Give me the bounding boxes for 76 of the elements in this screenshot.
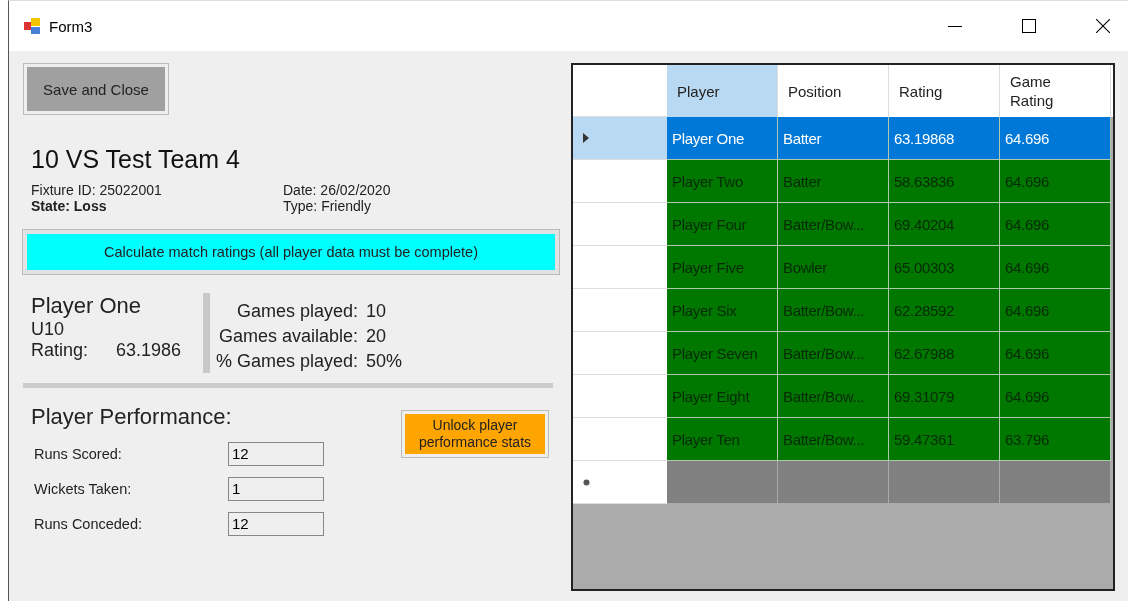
table-cell: Player Four	[667, 203, 778, 246]
close-icon[interactable]	[1096, 19, 1110, 33]
table-cell: 64.696	[1000, 160, 1111, 203]
new-row-cell[interactable]	[1000, 461, 1111, 504]
stat-label: % Games played:	[216, 350, 359, 373]
stat-value: 10	[366, 300, 388, 323]
table-cell: Batter/Bow...	[778, 203, 889, 246]
table-cell: 62.67988	[889, 332, 1000, 375]
stat-label: Games available:	[218, 325, 359, 348]
row-header[interactable]	[573, 160, 667, 203]
table-cell: 63.19868	[889, 117, 1000, 160]
app-icon	[23, 17, 41, 35]
field-label: Runs Conceded:	[33, 515, 143, 532]
table-cell: 63.796	[1000, 418, 1111, 461]
table-cell: 65.00303	[889, 246, 1000, 289]
table-cell: 58.63836	[889, 160, 1000, 203]
row-header[interactable]	[573, 246, 667, 289]
table-cell: 59.47361	[889, 418, 1000, 461]
table-cell: 64.696	[1000, 332, 1111, 375]
maximize-icon[interactable]	[1022, 19, 1036, 33]
table-cell: Batter	[778, 160, 889, 203]
field-label: Runs Scored:	[33, 445, 123, 462]
row-header[interactable]	[573, 332, 667, 375]
table-cell: 69.31079	[889, 375, 1000, 418]
table-cell: Player Ten	[667, 418, 778, 461]
table-cell: Batter/Bow...	[778, 375, 889, 418]
table-cell: 69.40204	[889, 203, 1000, 246]
table-cell: Batter	[778, 117, 889, 160]
unlock-stats-button[interactable]: Unlock player performance stats	[405, 414, 545, 454]
new-row-icon	[583, 478, 590, 486]
table-cell: 62.28592	[889, 289, 1000, 332]
new-row-cell[interactable]	[778, 461, 889, 504]
table-cell: 64.696	[1000, 289, 1111, 332]
row-header[interactable]	[573, 117, 667, 160]
table-cell: Batter/Bow...	[778, 289, 889, 332]
table-cell: Player One	[667, 117, 778, 160]
performance-title: Player Performance:	[31, 404, 233, 430]
table-cell: Player Two	[667, 160, 778, 203]
input-field[interactable]: 12	[228, 511, 324, 536]
player-name: Player One	[31, 293, 143, 319]
current-row-icon	[583, 133, 589, 143]
table-cell: Player Five	[667, 246, 778, 289]
stat-value: 50%	[366, 350, 403, 373]
stat-label: Games played:	[236, 300, 359, 323]
fixture-state: State: Loss	[31, 198, 108, 214]
input-field[interactable]: 1	[228, 476, 324, 501]
table-cell: 64.696	[1000, 375, 1111, 418]
rating-value: 63.1986	[116, 340, 182, 361]
table-cell: 64.696	[1000, 246, 1111, 289]
stat-value: 20	[366, 325, 388, 348]
save-and-close-button[interactable]: Save and Close	[27, 67, 165, 111]
table-cell: Player Seven	[667, 332, 778, 375]
age-group: U10	[31, 319, 203, 340]
calculate-ratings-button[interactable]: Calculate match ratings (all player data must be complete)	[23, 230, 559, 274]
fixture-date: Date: 26/02/2020	[283, 182, 392, 198]
table-cell: 64.696	[1000, 117, 1111, 160]
row-header[interactable]	[573, 418, 667, 461]
row-header[interactable]	[573, 375, 667, 418]
table-cell: Bowler	[778, 246, 889, 289]
fixture-type: Type: Friendly	[283, 198, 372, 214]
column-header[interactable]: Player	[667, 65, 778, 117]
row-header[interactable]	[573, 289, 667, 332]
field-label: Wickets Taken:	[33, 480, 133, 497]
table-cell: 64.696	[1000, 203, 1111, 246]
table-cell: Player Six	[667, 289, 778, 332]
table-cell: Batter/Bow...	[778, 332, 889, 375]
new-row-cell[interactable]	[889, 461, 1000, 504]
row-header[interactable]	[573, 203, 667, 246]
fixture-id: Fixture ID: 25022001	[31, 182, 163, 198]
table-cell: Batter/Bow...	[778, 418, 889, 461]
fixture-title: 10 VS Test Team 4	[31, 145, 241, 174]
table-cell: Player Eight	[667, 375, 778, 418]
rating-label: Rating:	[31, 340, 89, 361]
input-field[interactable]: 12	[228, 441, 324, 466]
new-row-cell[interactable]	[667, 461, 778, 504]
window-title: Form3	[49, 17, 93, 35]
